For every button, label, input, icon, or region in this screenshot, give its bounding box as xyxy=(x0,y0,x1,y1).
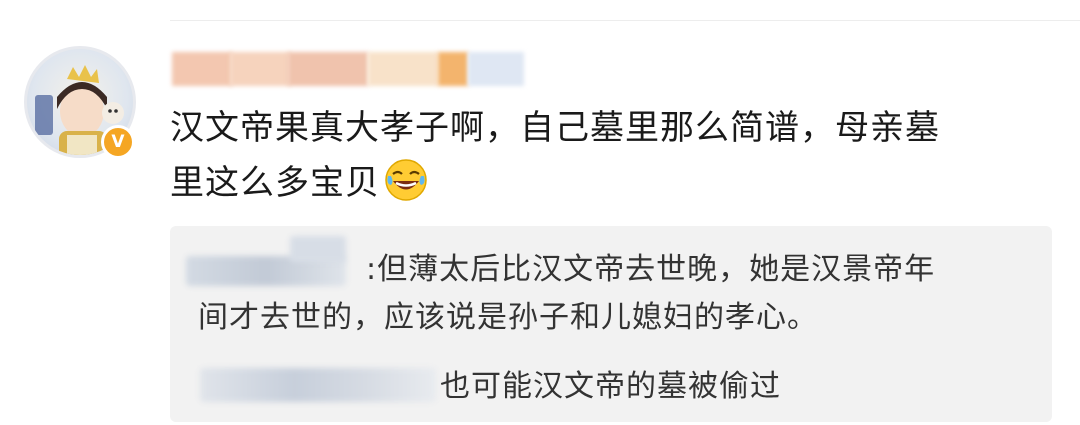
comment-line-1: 汉文帝果真大孝子啊，自己墓里那么简谱，母亲墓 xyxy=(170,108,940,148)
reply-1-line-1: 但薄太后比汉文帝去世晚，她是汉景帝年 xyxy=(377,252,936,287)
verified-badge-icon: V xyxy=(101,125,135,159)
reply-2: 也可能汉文帝的墓被偷过 xyxy=(440,369,781,404)
comment-text: 汉文帝果真大孝子啊，自己墓里那么简谱，母亲墓 里这么多宝贝 xyxy=(170,101,1050,219)
username-blurred[interactable] xyxy=(172,52,532,88)
comment-line-2: 里这么多宝贝 xyxy=(170,163,380,203)
reply-1: :但薄太后比汉文帝去世晚，她是汉景帝年 间才去世的，应该说是孙子和儿媳妇的孝心。 xyxy=(198,246,1038,342)
reply-2-username-blurred[interactable] xyxy=(200,368,436,402)
reply-1-line-2: 间才去世的，应该说是孙子和儿媳妇的孝心。 xyxy=(198,300,818,335)
reply-1-colon: : xyxy=(366,252,378,287)
top-divider xyxy=(170,20,1080,21)
laughing-tears-emoji-icon xyxy=(384,158,428,219)
